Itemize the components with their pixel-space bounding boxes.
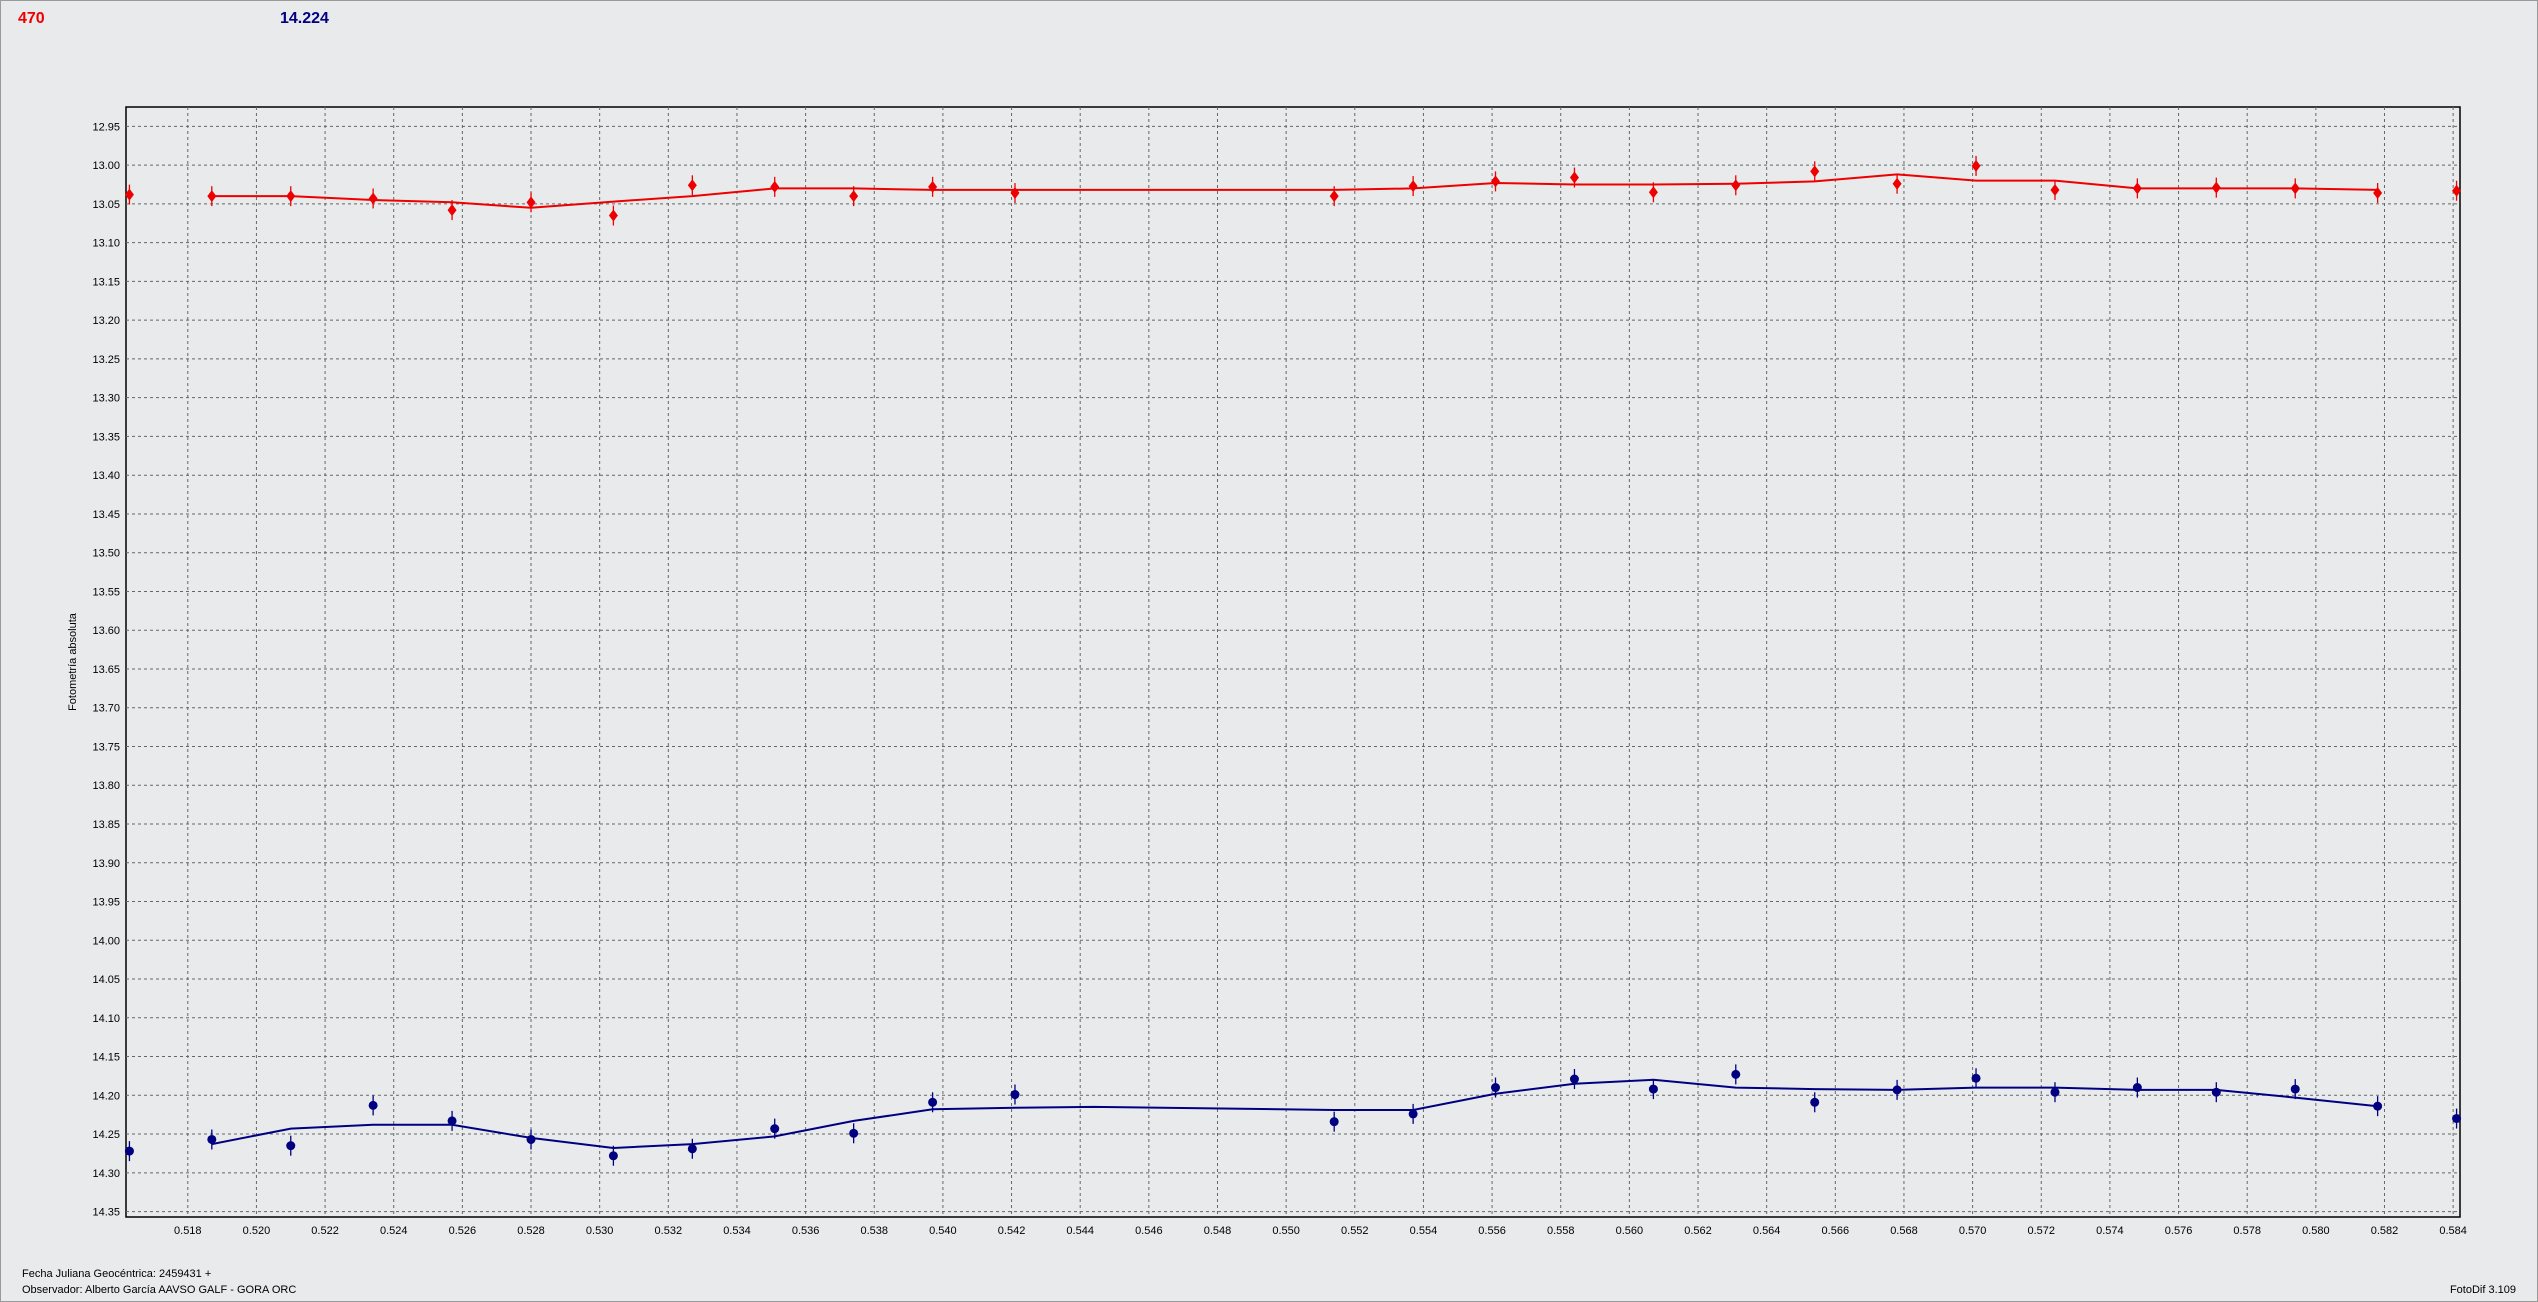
circle-marker	[1010, 1090, 1020, 1100]
circle-marker	[608, 1151, 618, 1161]
circle-marker	[526, 1134, 536, 1144]
y-tick-label: 14.05	[92, 974, 120, 986]
circle-marker	[1971, 1073, 1981, 1083]
circle-marker	[2373, 1101, 2383, 1111]
y-tick-label: 13.35	[92, 431, 120, 443]
software-version: FotoDif 3.109	[2449, 1284, 2516, 1296]
x-tick-label: 0.532	[655, 1225, 683, 1237]
x-tick-label: 0.518	[174, 1225, 202, 1237]
x-tick-label: 0.550	[1272, 1225, 1300, 1237]
y-tick-label: 13.30	[92, 393, 120, 405]
circle-marker	[770, 1124, 780, 1134]
circle-marker	[1329, 1117, 1339, 1127]
y-tick-label: 12.95	[92, 121, 120, 133]
x-tick-label: 0.556	[1478, 1225, 1506, 1237]
x-tick-label: 0.572	[2027, 1225, 2055, 1237]
julian-date-label: Fecha Juliana Geocéntrica: 2459431 +	[22, 1268, 212, 1280]
circle-marker	[928, 1097, 938, 1107]
x-tick-label: 0.564	[1753, 1225, 1781, 1237]
circle-marker	[2452, 1114, 2462, 1124]
y-tick-label: 13.55	[92, 586, 120, 598]
y-axis-ticks: 12.95 13.00 13.05 13.10 13.15 13.20 13.25 13.30…	[92, 121, 120, 1218]
x-tick-label: 0.566	[1822, 1225, 1850, 1237]
circle-marker	[849, 1128, 859, 1138]
y-tick-label: 14.15	[92, 1052, 120, 1064]
x-tick-label: 0.554	[1410, 1225, 1438, 1237]
x-tick-label: 0.540	[929, 1225, 957, 1237]
y-tick-label: 13.85	[92, 819, 120, 831]
x-tick-label: 0.562	[1684, 1225, 1712, 1237]
circle-marker	[1569, 1074, 1579, 1084]
x-tick-label: 0.538	[860, 1225, 888, 1237]
circle-marker	[1731, 1069, 1741, 1079]
y-tick-label: 14.30	[92, 1168, 120, 1180]
x-tick-label: 0.546	[1135, 1225, 1163, 1237]
light-curve-chart: 12.95 13.00 13.05 13.10 13.15 13.20 13.25 13.30…	[67, 106, 2467, 1237]
x-tick-label: 0.558	[1547, 1225, 1575, 1237]
circle-marker	[207, 1134, 217, 1144]
x-tick-label: 0.536	[792, 1225, 820, 1237]
x-tick-label: 0.568	[1890, 1225, 1918, 1237]
x-tick-label: 0.570	[1959, 1225, 1987, 1237]
x-tick-label: 0.584	[2439, 1225, 2467, 1237]
y-tick-label: 13.25	[92, 354, 120, 366]
x-tick-label: 0.524	[380, 1225, 408, 1237]
x-tick-label: 0.528	[517, 1225, 545, 1237]
x-tick-label: 0.582	[2371, 1225, 2399, 1237]
y-tick-label: 13.20	[92, 315, 120, 327]
circle-marker	[2211, 1087, 2221, 1097]
y-tick-label: 13.60	[92, 625, 120, 637]
y-tick-label: 13.70	[92, 703, 120, 715]
x-tick-label: 0.560	[1616, 1225, 1644, 1237]
x-tick-label: 0.544	[1066, 1225, 1094, 1237]
y-tick-label: 13.10	[92, 238, 120, 250]
y-tick-label: 13.80	[92, 780, 120, 792]
circle-marker	[1892, 1085, 1902, 1095]
y-axis-label: Fotometría absoluta	[67, 612, 79, 711]
y-tick-label: 13.15	[92, 276, 120, 288]
x-tick-label: 0.574	[2096, 1225, 2124, 1237]
y-tick-label: 13.75	[92, 741, 120, 753]
circle-marker	[687, 1144, 697, 1154]
y-tick-label: 14.00	[92, 935, 120, 947]
y-tick-label: 13.00	[92, 160, 120, 172]
circle-marker	[368, 1100, 378, 1110]
circle-marker	[124, 1146, 134, 1156]
circle-marker	[2290, 1084, 2300, 1094]
x-tick-label: 0.576	[2165, 1225, 2193, 1237]
y-tick-label: 13.40	[92, 470, 120, 482]
y-tick-label: 13.05	[92, 199, 120, 211]
x-tick-label: 0.578	[2233, 1225, 2261, 1237]
x-tick-label: 0.534	[723, 1225, 751, 1237]
x-tick-label: 0.580	[2302, 1225, 2330, 1237]
y-tick-label: 13.45	[92, 509, 120, 521]
x-tick-label: 0.548	[1204, 1225, 1232, 1237]
y-tick-label: 14.35	[92, 1207, 120, 1219]
circle-marker	[1408, 1109, 1418, 1119]
x-tick-label: 0.530	[586, 1225, 614, 1237]
y-tick-label: 14.25	[92, 1129, 120, 1141]
y-tick-label: 13.95	[92, 897, 120, 909]
x-tick-label: 0.520	[243, 1225, 271, 1237]
circle-marker	[1648, 1084, 1658, 1094]
y-tick-label: 13.50	[92, 548, 120, 560]
x-tick-label: 0.552	[1341, 1225, 1369, 1237]
y-tick-label: 14.20	[92, 1090, 120, 1102]
x-tick-label: 0.522	[311, 1225, 339, 1237]
circle-marker	[286, 1141, 296, 1151]
circle-marker	[1491, 1083, 1501, 1093]
y-tick-label: 13.65	[92, 664, 120, 676]
circle-marker	[447, 1116, 457, 1126]
observer-label: Observador: Alberto García AAVSO GALF - …	[22, 1284, 297, 1296]
x-tick-label: 0.542	[998, 1225, 1026, 1237]
x-axis-ticks: 0.518 0.520 0.522 0.524 0.526 0.528 0.530 0.532…	[174, 1225, 2467, 1237]
y-tick-label: 14.10	[92, 1013, 120, 1025]
circle-marker	[2050, 1087, 2060, 1097]
circle-marker	[2132, 1083, 2142, 1093]
x-tick-label: 0.526	[449, 1225, 477, 1237]
y-tick-label: 13.90	[92, 858, 120, 870]
circle-marker	[1810, 1097, 1820, 1107]
